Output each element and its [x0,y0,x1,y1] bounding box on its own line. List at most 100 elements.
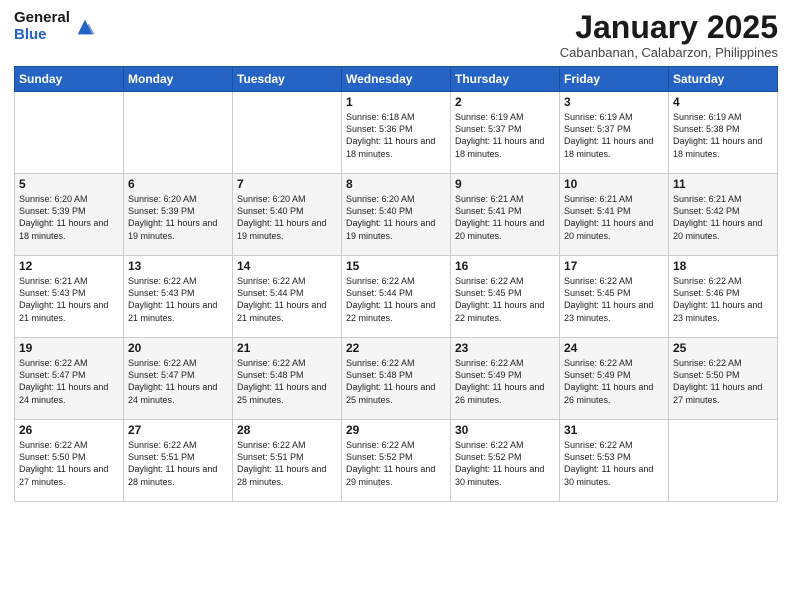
day-number: 22 [346,341,446,355]
day-info: Sunrise: 6:21 AMSunset: 5:41 PMDaylight:… [564,194,653,240]
day-info: Sunrise: 6:22 AMSunset: 5:48 PMDaylight:… [346,358,435,404]
table-row: 14 Sunrise: 6:22 AMSunset: 5:44 PMDayligh… [233,256,342,338]
table-row: 23 Sunrise: 6:22 AMSunset: 5:49 PMDayligh… [451,338,560,420]
day-number: 13 [128,259,228,273]
table-row: 2Sunrise: 6:19 AMSunset: 5:37 PMDaylight… [451,92,560,174]
day-number: 5 [19,177,119,191]
calendar-week-row: 5 Sunrise: 6:20 AMSunset: 5:39 PMDaylight… [15,174,778,256]
table-row [669,420,778,502]
col-sunday: Sunday [15,67,124,92]
col-monday: Monday [124,67,233,92]
day-number: 12 [19,259,119,273]
col-friday: Friday [560,67,669,92]
day-number: 17 [564,259,664,273]
table-row: 10 Sunrise: 6:21 AMSunset: 5:41 PMDayligh… [560,174,669,256]
table-row: 20 Sunrise: 6:22 AMSunset: 5:47 PMDayligh… [124,338,233,420]
day-info: Sunrise: 6:20 AMSunset: 5:40 PMDaylight:… [237,194,326,240]
logo: General Blue [14,10,96,43]
calendar-header-row: Sunday Monday Tuesday Wednesday Thursday… [15,67,778,92]
table-row: 27 Sunrise: 6:22 AMSunset: 5:51 PMDayligh… [124,420,233,502]
day-info: Sunrise: 6:19 AMSunset: 5:38 PMDaylight:… [673,112,762,158]
day-info: Sunrise: 6:22 AMSunset: 5:53 PMDaylight:… [564,440,653,486]
table-row: 1 Sunrise: 6:18 AMSunset: 5:36 PMDaylight… [342,92,451,174]
table-row: 15Sunrise: 6:22 AMSunset: 5:44 PMDayligh… [342,256,451,338]
calendar-week-row: 19 Sunrise: 6:22 AMSunset: 5:47 PMDayligh… [15,338,778,420]
table-row: 6Sunrise: 6:20 AMSunset: 5:39 PMDaylight… [124,174,233,256]
day-info: Sunrise: 6:21 AMSunset: 5:43 PMDaylight:… [19,276,108,322]
day-info: Sunrise: 6:18 AMSunset: 5:36 PMDaylight:… [346,112,435,158]
day-number: 10 [564,177,664,191]
day-number: 7 [237,177,337,191]
day-number: 24 [564,341,664,355]
day-info: Sunrise: 6:22 AMSunset: 5:51 PMDaylight:… [128,440,217,486]
table-row: 3 Sunrise: 6:19 AMSunset: 5:37 PMDaylight… [560,92,669,174]
table-row: 9Sunrise: 6:21 AMSunset: 5:41 PMDaylight… [451,174,560,256]
day-number: 18 [673,259,773,273]
day-number: 15 [346,259,446,273]
day-number: 2 [455,95,555,109]
day-number: 11 [673,177,773,191]
col-wednesday: Wednesday [342,67,451,92]
day-info: Sunrise: 6:22 AMSunset: 5:52 PMDaylight:… [346,440,435,486]
day-number: 1 [346,95,446,109]
day-number: 23 [455,341,555,355]
table-row: 13 Sunrise: 6:22 AMSunset: 5:43 PMDayligh… [124,256,233,338]
calendar-table: Sunday Monday Tuesday Wednesday Thursday… [14,66,778,502]
day-number: 20 [128,341,228,355]
day-number: 19 [19,341,119,355]
day-info: Sunrise: 6:19 AMSunset: 5:37 PMDaylight:… [564,112,653,158]
table-row: 7 Sunrise: 6:20 AMSunset: 5:40 PMDaylight… [233,174,342,256]
table-row: 21 Sunrise: 6:22 AMSunset: 5:48 PMDayligh… [233,338,342,420]
title-block: January 2025 Cabanbanan, Calabarzon, Phi… [560,10,778,60]
day-number: 28 [237,423,337,437]
col-tuesday: Tuesday [233,67,342,92]
day-number: 8 [346,177,446,191]
table-row: 22 Sunrise: 6:22 AMSunset: 5:48 PMDayligh… [342,338,451,420]
col-thursday: Thursday [451,67,560,92]
day-info: Sunrise: 6:22 AMSunset: 5:52 PMDaylight:… [455,440,544,486]
day-info: Sunrise: 6:22 AMSunset: 5:47 PMDaylight:… [19,358,108,404]
table-row: 5Sunrise: 6:20 AMSunset: 5:39 PMDaylight… [15,174,124,256]
col-saturday: Saturday [669,67,778,92]
table-row: 16Sunrise: 6:22 AMSunset: 5:45 PMDayligh… [451,256,560,338]
day-number: 25 [673,341,773,355]
day-number: 27 [128,423,228,437]
page: General Blue January 2025 Cabanbanan, Ca… [0,0,792,612]
logo-general: General [14,10,70,27]
month-title: January 2025 [560,10,778,45]
calendar-week-row: 26 Sunrise: 6:22 AMSunset: 5:50 PMDayligh… [15,420,778,502]
table-row: 25 Sunrise: 6:22 AMSunset: 5:50 PMDayligh… [669,338,778,420]
table-row: 28 Sunrise: 6:22 AMSunset: 5:51 PMDayligh… [233,420,342,502]
table-row: 18 Sunrise: 6:22 AMSunset: 5:46 PMDayligh… [669,256,778,338]
day-info: Sunrise: 6:22 AMSunset: 5:50 PMDaylight:… [673,358,762,404]
logo-blue: Blue [14,27,70,44]
day-info: Sunrise: 6:22 AMSunset: 5:44 PMDaylight:… [237,276,326,322]
table-row: 29Sunrise: 6:22 AMSunset: 5:52 PMDayligh… [342,420,451,502]
table-row: 11Sunrise: 6:21 AMSunset: 5:42 PMDayligh… [669,174,778,256]
day-info: Sunrise: 6:22 AMSunset: 5:49 PMDaylight:… [455,358,544,404]
day-number: 4 [673,95,773,109]
day-info: Sunrise: 6:22 AMSunset: 5:46 PMDaylight:… [673,276,762,322]
day-number: 26 [19,423,119,437]
day-number: 14 [237,259,337,273]
day-info: Sunrise: 6:22 AMSunset: 5:49 PMDaylight:… [564,358,653,404]
table-row: 8 Sunrise: 6:20 AMSunset: 5:40 PMDaylight… [342,174,451,256]
table-row [15,92,124,174]
day-number: 3 [564,95,664,109]
day-number: 21 [237,341,337,355]
day-info: Sunrise: 6:22 AMSunset: 5:50 PMDaylight:… [19,440,108,486]
table-row [124,92,233,174]
day-info: Sunrise: 6:20 AMSunset: 5:40 PMDaylight:… [346,194,435,240]
table-row: 12 Sunrise: 6:21 AMSunset: 5:43 PMDayligh… [15,256,124,338]
day-info: Sunrise: 6:20 AMSunset: 5:39 PMDaylight:… [128,194,217,240]
day-info: Sunrise: 6:22 AMSunset: 5:51 PMDaylight:… [237,440,326,486]
day-info: Sunrise: 6:22 AMSunset: 5:47 PMDaylight:… [128,358,217,404]
header: General Blue January 2025 Cabanbanan, Ca… [14,10,778,60]
day-number: 31 [564,423,664,437]
day-info: Sunrise: 6:22 AMSunset: 5:43 PMDaylight:… [128,276,217,322]
calendar-week-row: 12 Sunrise: 6:21 AMSunset: 5:43 PMDayligh… [15,256,778,338]
day-number: 16 [455,259,555,273]
location: Cabanbanan, Calabarzon, Philippines [560,45,778,60]
day-info: Sunrise: 6:22 AMSunset: 5:48 PMDaylight:… [237,358,326,404]
day-info: Sunrise: 6:22 AMSunset: 5:45 PMDaylight:… [564,276,653,322]
